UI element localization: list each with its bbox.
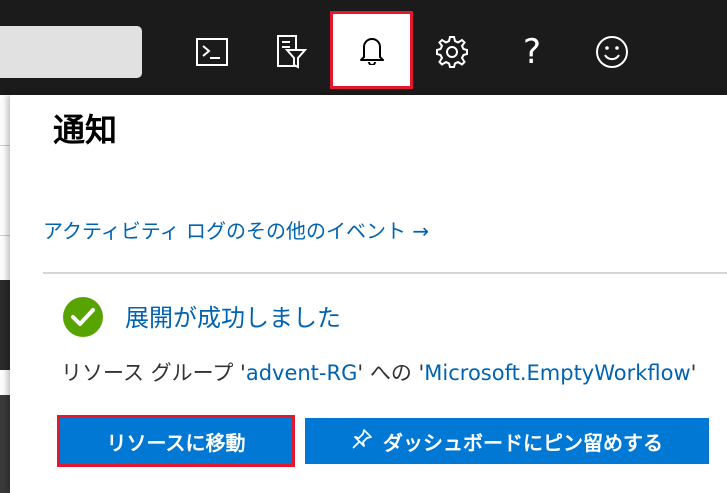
check-circle-icon xyxy=(62,296,104,338)
notification-title[interactable]: 展開が成功しました xyxy=(125,298,341,333)
filter-icon xyxy=(275,35,307,69)
resource-group-link[interactable]: advent-RG xyxy=(246,361,358,385)
search-input[interactable] xyxy=(0,26,142,78)
deployment-link[interactable]: Microsoft.EmptyWorkflow xyxy=(424,361,690,385)
notification-body-suffix: ' xyxy=(690,361,697,385)
top-bar: ? xyxy=(0,0,727,95)
terminal-icon xyxy=(196,38,228,66)
help-button[interactable]: ? xyxy=(500,20,564,84)
divider xyxy=(43,272,727,274)
gear-icon xyxy=(435,35,469,69)
activity-log-link[interactable]: アクティビティ ログのその他のイベント → xyxy=(43,215,429,244)
notifications-button[interactable] xyxy=(330,11,413,89)
smiley-icon xyxy=(595,35,629,69)
question-icon: ? xyxy=(522,32,542,72)
cloud-shell-button[interactable] xyxy=(180,20,244,84)
directory-filter-button[interactable] xyxy=(259,20,323,84)
notification-body-prefix: リソース グループ ' xyxy=(61,361,246,385)
panel-title: 通知 xyxy=(53,111,118,149)
feedback-button[interactable] xyxy=(580,20,644,84)
notification-body: リソース グループ 'advent-RG' への 'Microsoft.Empt… xyxy=(61,357,696,387)
background-portal-edge xyxy=(0,95,10,493)
settings-button[interactable] xyxy=(420,20,484,84)
notifications-panel: 通知 アクティビティ ログのその他のイベント → 展開が成功しました リソース … xyxy=(10,95,727,493)
go-to-resource-label: リソースに移動 xyxy=(106,430,246,455)
go-to-resource-button[interactable]: リソースに移動 xyxy=(57,415,295,467)
notification-body-middle: ' への ' xyxy=(357,361,425,385)
pin-to-dashboard-button[interactable]: ダッシュボードにピン留めする xyxy=(305,418,709,464)
bell-icon xyxy=(359,35,385,65)
pin-icon xyxy=(351,428,383,455)
pin-to-dashboard-label: ダッシュボードにピン留めする xyxy=(383,430,663,455)
